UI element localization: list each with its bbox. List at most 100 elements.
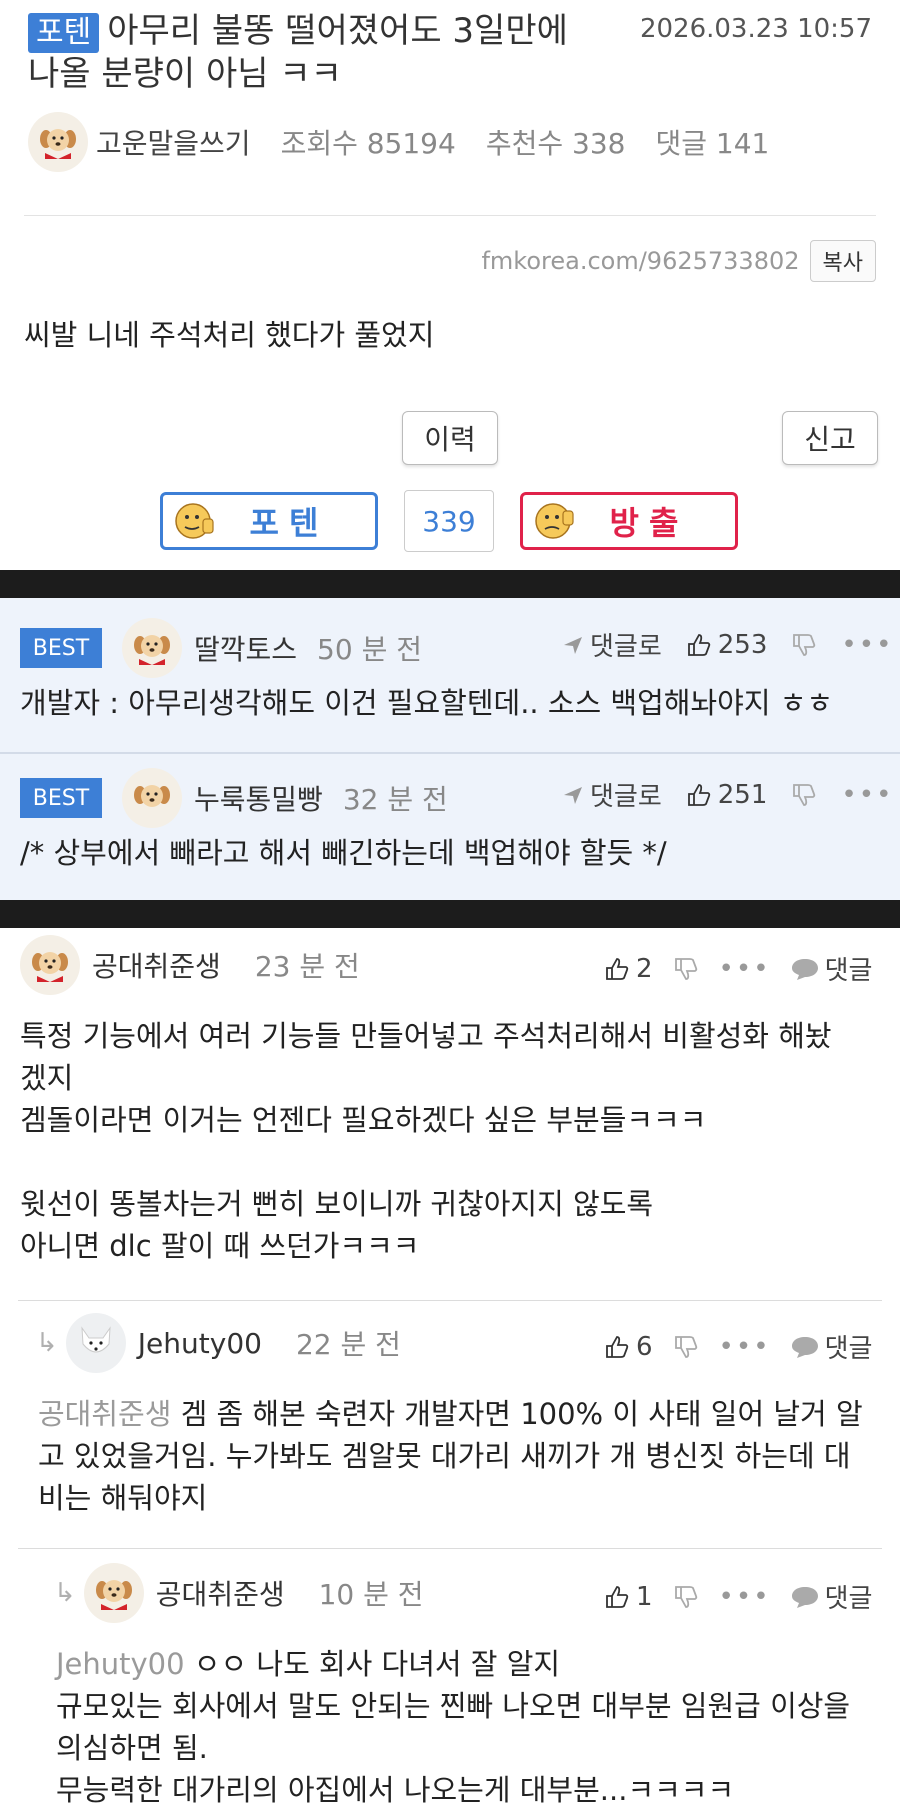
thumbs-up-icon	[606, 1585, 629, 1608]
upvote-button[interactable]: 포텐	[160, 492, 378, 550]
comment-time: 32 분 전	[342, 783, 448, 816]
reply-text-rest: 규모있는 회사에서 말도 안되는 찐빠 나오면 대부분 임원급 이상을 의심하면…	[56, 1689, 851, 1807]
author-name[interactable]: 고운말을쓰기	[96, 122, 251, 162]
reply-label: 댓글로	[590, 782, 662, 812]
speech-bubble-icon	[791, 1586, 818, 1608]
more-icon[interactable]: •••	[719, 1582, 771, 1612]
commenter-name[interactable]: 누룩통밀빵	[194, 778, 323, 818]
puppy-icon	[32, 952, 68, 982]
commenter-avatar[interactable]	[122, 768, 182, 828]
more-icon[interactable]: •••	[719, 954, 771, 984]
copy-url-button[interactable]: 복사	[809, 240, 876, 282]
header-divider	[24, 215, 876, 216]
puppy-icon	[95, 1580, 132, 1610]
commenter-avatar[interactable]	[65, 1313, 126, 1373]
comment-count[interactable]: 댓글 141	[655, 122, 769, 162]
title-line-2: 나올 분량이 아님 ㅋㅋ	[28, 54, 342, 94]
like-count: 1	[636, 1581, 653, 1612]
thumbs-down-icon[interactable]	[791, 782, 817, 808]
thumbs-down-icon[interactable]	[791, 632, 817, 658]
reply-label: 댓글	[824, 956, 873, 986]
post-date: 2026.03.23 10:57	[639, 14, 872, 44]
comment-text: 개발자 : 아무리생각해도 이건 필요할텐데.. 소스 백업해놔야지 ㅎㅎ	[20, 686, 834, 720]
reply-text: 공대취준생 겜 좀 해본 숙련자 개발자면 100% 이 사태 일어 날거 알고…	[38, 1393, 888, 1519]
comment-separator	[18, 1548, 882, 1549]
mention-link[interactable]: Jehuty00	[56, 1647, 185, 1681]
upvote-label: 포텐	[249, 504, 329, 542]
thumbs-up-icon	[606, 957, 629, 980]
comment-header: 공대취준생 23 분 전	[20, 935, 360, 995]
commenter-avatar[interactable]	[20, 935, 80, 995]
comment-text: /* 상부에서 빼라고 해서 빼긴하는데 백업해야 할듯 */	[20, 836, 667, 870]
thumbs-down-icon[interactable]	[673, 1584, 699, 1610]
commenter-name[interactable]: 공대취준생	[92, 945, 221, 985]
like-button[interactable]: 1	[604, 1582, 653, 1612]
post-title: 포텐 아무리 불똥 떨어졌어도 3일만에 나올 분량이 아님 ㅋㅋ	[28, 10, 628, 95]
send-icon	[564, 786, 582, 804]
thumbs-down-icon[interactable]	[673, 1334, 699, 1360]
like-button[interactable]: 251	[686, 779, 768, 810]
comment-time: 10 분 전	[318, 1578, 424, 1611]
comment-actions: 1 ••• 댓글	[604, 1578, 872, 1615]
view-count: 조회수 85194	[280, 127, 456, 160]
downvote-button[interactable]: 방출	[520, 492, 738, 550]
section-divider	[0, 570, 900, 598]
recommend-count: 추천수 338	[485, 127, 626, 160]
comment-header: 누룩통밀빵 32 분 전	[122, 768, 448, 828]
more-icon[interactable]: •••	[719, 1332, 771, 1362]
like-button[interactable]: 6	[604, 1332, 653, 1362]
comment-header: 딸깍토스 50 분 전	[122, 618, 422, 678]
comment-actions: 댓글로 251 •••	[562, 776, 893, 813]
like-count: 253	[717, 629, 768, 660]
category-badge[interactable]: 포텐	[28, 13, 100, 53]
like-button[interactable]: 2	[604, 954, 653, 984]
post-url-row: fmkorea.com/9625733802 복사	[481, 240, 876, 282]
like-button[interactable]: 253	[686, 629, 768, 660]
post-url[interactable]: fmkorea.com/9625733802	[481, 247, 799, 275]
reply-to-comment-link[interactable]: 댓글로	[562, 626, 662, 663]
commenter-avatar[interactable]	[83, 1563, 144, 1623]
reply-to-comment-link[interactable]: 댓글로	[562, 776, 662, 813]
reply-header: ↳ Jehuty00 22 분 전	[36, 1313, 401, 1373]
commenter-name[interactable]: 딸깍토스	[194, 628, 297, 668]
speech-bubble-icon	[791, 1336, 818, 1358]
thumbs-up-face-icon	[175, 503, 214, 539]
comment-time: 50 분 전	[317, 633, 422, 666]
puppy-icon	[134, 635, 170, 665]
reply-button[interactable]: 댓글	[791, 1578, 872, 1615]
reply-arrow-icon: ↳	[54, 1578, 76, 1608]
like-count: 6	[636, 1331, 653, 1362]
reply-text-rest: 고 있었을거임. 누가봐도 겜알못 대가리 새끼가 개 병신짓 하는데 대 비는…	[38, 1439, 851, 1515]
title-line-1: 아무리 불똥 떨어졌어도 3일만에	[107, 11, 568, 51]
comment-time: 22 분 전	[295, 1328, 401, 1361]
post-body: 씨발 니네 주석처리 했다가 풀었지	[24, 318, 435, 352]
reply-text-line1: 겜 좀 해본 숙련자 개발자면 100% 이 사태 일어 날거 알	[171, 1397, 863, 1431]
section-divider	[0, 900, 900, 928]
reply-arrow-icon: ↳	[36, 1328, 58, 1358]
reply-button[interactable]: 댓글	[791, 1328, 873, 1365]
speech-bubble-icon	[791, 958, 818, 980]
post-meta: 고운말을쓰기 조회수 85194 추천수 338 댓글 141	[28, 112, 769, 172]
more-icon[interactable]: •••	[841, 630, 893, 660]
commenter-name[interactable]: Jehuty00	[138, 1327, 262, 1360]
history-button[interactable]: 이력	[402, 411, 498, 465]
thumbs-up-icon	[687, 633, 710, 656]
like-count: 251	[717, 779, 768, 810]
white-fox-icon	[81, 1326, 111, 1353]
commenter-name[interactable]: 공대취준생	[156, 1573, 285, 1613]
reply-text: Jehuty00 ㅇㅇ 나도 회사 다녀서 잘 알지 규모있는 회사에서 말도 안…	[56, 1643, 886, 1811]
thumbs-down-icon[interactable]	[673, 956, 699, 982]
report-button[interactable]: 신고	[782, 411, 878, 465]
reply-label: 댓글	[824, 1334, 873, 1364]
reply-button[interactable]: 댓글	[791, 950, 873, 987]
comment-text: 특정 기능에서 여러 기능들 만들어넣고 주석처리해서 비활성화 해놨 겠지 겜…	[20, 1019, 832, 1263]
downvote-label: 방출	[609, 504, 689, 542]
best-comment: BEST 누룩통밀빵 32 분 전 댓글로 251 ••• /* 상부에서 빼라…	[0, 754, 900, 900]
more-icon[interactable]: •••	[841, 780, 893, 810]
puppy-icon	[134, 785, 170, 807]
mention-link[interactable]: 공대취준생	[38, 1397, 171, 1431]
commenter-avatar[interactable]	[122, 618, 182, 678]
author-avatar[interactable]	[28, 112, 88, 172]
thumbs-down-face-icon	[535, 503, 574, 539]
post-header: 포텐 아무리 불똥 떨어졌어도 3일만에 나올 분량이 아님 ㅋㅋ 2026.03…	[0, 0, 900, 570]
